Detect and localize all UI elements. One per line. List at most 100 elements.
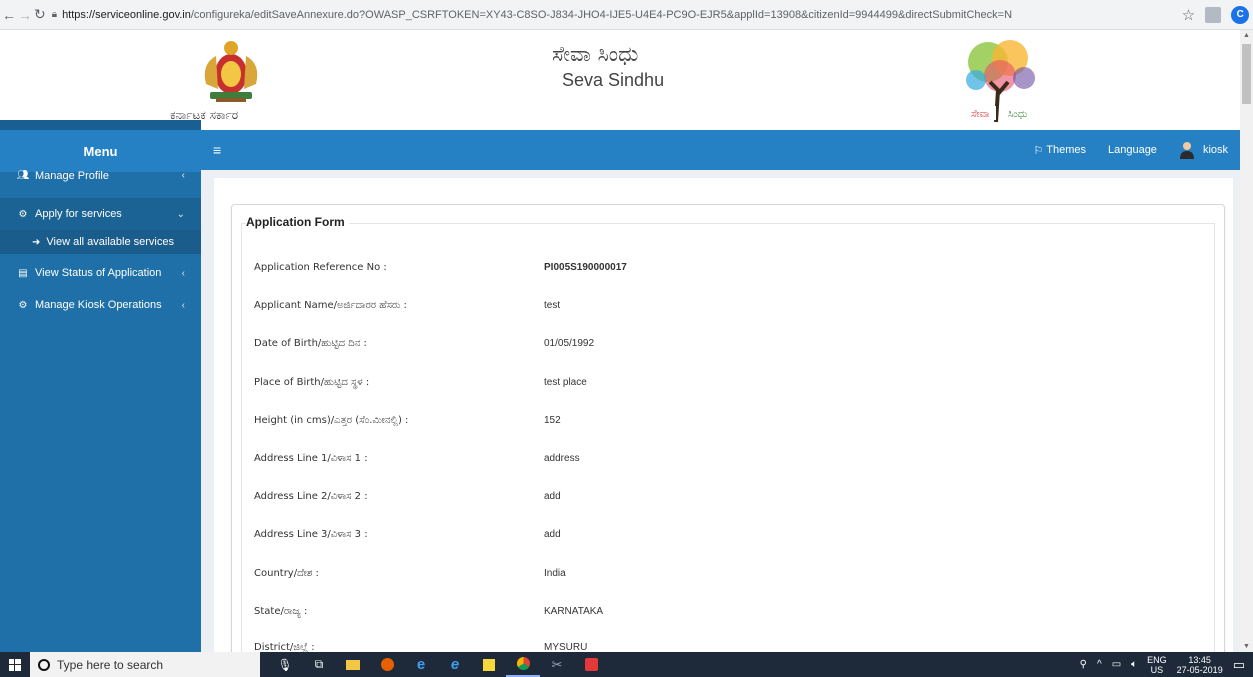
profile-avatar[interactable]: C bbox=[1231, 5, 1250, 24]
language-code: ENG bbox=[1147, 654, 1167, 665]
field-value: add bbox=[544, 491, 561, 502]
sidebar: Menu 👥︎ Manage Profile ‹ ⚙ Apply for ser… bbox=[0, 120, 201, 652]
form-fieldset bbox=[241, 223, 1215, 673]
sidebar-item-label: Manage Profile bbox=[35, 170, 109, 182]
anydesk-icon[interactable] bbox=[574, 652, 608, 677]
volume-icon[interactable]: 🔈︎ bbox=[1131, 659, 1137, 670]
hamburger-menu-icon[interactable]: ≡ bbox=[213, 142, 221, 158]
field-label: Address Line 3/ವಿಳಾಸ 3 : bbox=[254, 529, 368, 540]
main-content: Application Form Application Reference N… bbox=[201, 170, 1240, 673]
sidebar-subitem-view-all-services[interactable]: ➜ View all available services bbox=[0, 230, 201, 254]
people-icon[interactable]: ⚲ bbox=[1080, 659, 1087, 670]
task-view-icon[interactable]: ⧉ bbox=[302, 652, 336, 677]
users-icon: 👥︎ bbox=[16, 170, 30, 181]
field-label: Country/ದೇಶ : bbox=[254, 568, 319, 579]
url-path: /configureka/editSaveAnnexure.do?OWASP_C… bbox=[190, 8, 1013, 21]
field-value: 152 bbox=[544, 415, 561, 426]
scroll-up-icon[interactable]: ▲ bbox=[1243, 32, 1250, 39]
file-explorer-icon[interactable] bbox=[336, 652, 370, 677]
gears-icon: ⚙ bbox=[18, 299, 28, 311]
field-label: Address Line 2/ವಿಳಾಸ 2 : bbox=[254, 491, 368, 502]
themes-label: Themes bbox=[1046, 144, 1086, 156]
firefox-icon[interactable] bbox=[370, 652, 404, 677]
chrome-icon[interactable] bbox=[506, 652, 540, 677]
field-value: address bbox=[544, 453, 580, 464]
windows-start-icon[interactable] bbox=[0, 658, 30, 671]
arrow-circle-right-icon: ➜ bbox=[32, 236, 41, 248]
user-avatar-icon bbox=[1179, 142, 1194, 159]
field-label: Applicant Name/ಅರ್ಜಿದಾರರ ಹೆಸರು : bbox=[254, 300, 407, 311]
edge-icon[interactable]: e bbox=[438, 652, 472, 677]
windows-taskbar: Type here to search 🎙︎ ⧉ e e ✂ ⚲ ^ ▭ 🔈︎ … bbox=[0, 652, 1253, 677]
sidebar-item-view-status[interactable]: ▤ View Status of Application ‹ bbox=[0, 260, 201, 286]
scroll-down-icon[interactable]: ▼ bbox=[1243, 643, 1250, 650]
forward-icon[interactable]: → bbox=[18, 4, 32, 26]
sidebar-item-manage-kiosk[interactable]: ⚙ Manage Kiosk Operations ‹ bbox=[0, 292, 201, 318]
field-value: PI005S190000017 bbox=[544, 262, 627, 273]
brand-title-english: Seva Sindhu bbox=[562, 70, 665, 90]
user-name: kiosk bbox=[1202, 144, 1228, 156]
taskbar-search-input[interactable]: Type here to search bbox=[30, 652, 260, 677]
internet-explorer-icon[interactable]: e bbox=[404, 652, 438, 677]
field-label: Address Line 1/ವಿಳಾಸ 1 : bbox=[254, 453, 368, 464]
sticky-notes-icon[interactable] bbox=[472, 652, 506, 677]
chevron-left-icon: ‹ bbox=[181, 170, 185, 181]
list-icon: ▤ bbox=[18, 267, 28, 279]
sidebar-item-manage-profile[interactable]: 👥︎ Manage Profile ‹ bbox=[0, 170, 201, 184]
address-bar[interactable]: 🔒︎ https://serviceonline.gov.in /configu… bbox=[52, 4, 1142, 26]
clock-time: 13:45 bbox=[1188, 654, 1211, 665]
field-value: test place bbox=[544, 377, 587, 388]
reload-icon[interactable]: ↻ bbox=[34, 4, 46, 26]
cortana-icon bbox=[38, 658, 50, 671]
page-scrollbar[interactable]: ▲ ▼ bbox=[1240, 30, 1253, 652]
seva-sindhu-tree-logo: ಸೇವಾ ಸಿಂಧು bbox=[966, 40, 1035, 123]
url-host: https://serviceonline.gov.in bbox=[62, 8, 191, 21]
language-link[interactable]: Language bbox=[1108, 144, 1157, 156]
menu-heading: Menu bbox=[0, 130, 201, 172]
clock-date: 27-05-2019 bbox=[1176, 664, 1223, 675]
sidebar-item-label: Manage Kiosk Operations bbox=[35, 299, 162, 311]
field-label: Date of Birth/ಹುಟ್ಟಿದ ದಿನ : bbox=[254, 338, 367, 349]
gears-icon: ⚙ bbox=[18, 208, 28, 220]
search-placeholder: Type here to search bbox=[57, 657, 164, 672]
chevron-down-icon: ⌄ bbox=[176, 208, 185, 220]
chevron-left-icon: ‹ bbox=[181, 267, 185, 279]
browser-toolbar: ← → ↻ 🔒︎ https://serviceonline.gov.in /c… bbox=[0, 0, 1253, 30]
field-label: Height (in cms)/ಎತ್ತರ (ಸೆಂ.ಮೀನಲ್ಲಿ) : bbox=[254, 415, 409, 426]
sidebar-item-label: View all available services bbox=[46, 236, 174, 248]
flag-icon: ⚐ bbox=[1033, 144, 1044, 157]
application-form: Application Form Application Reference N… bbox=[231, 204, 1225, 673]
field-label: Application Reference No : bbox=[254, 262, 387, 273]
input-language[interactable]: ENG US bbox=[1147, 655, 1167, 675]
snipping-tool-icon[interactable]: ✂ bbox=[540, 652, 574, 677]
lock-icon: 🔒︎ bbox=[51, 9, 58, 20]
tray-overflow-icon[interactable]: ^ bbox=[1097, 659, 1102, 670]
field-value: add bbox=[544, 529, 561, 540]
content-panel: Application Form Application Reference N… bbox=[214, 178, 1233, 673]
extension-icon[interactable] bbox=[1205, 6, 1222, 23]
user-menu[interactable]: kiosk bbox=[1179, 141, 1228, 159]
top-navbar: ≡ ⚐ Themes Language kiosk bbox=[201, 130, 1240, 170]
keyboard-layout: US bbox=[1150, 664, 1164, 675]
tree-logo-text-right: ಸಿಂಧು bbox=[1008, 109, 1027, 120]
scrollbar-thumb[interactable] bbox=[1242, 44, 1251, 104]
form-title: Application Form bbox=[246, 215, 349, 229]
system-clock[interactable]: 13:45 27-05-2019 bbox=[1177, 655, 1223, 675]
back-icon[interactable]: ← bbox=[2, 4, 16, 26]
network-icon[interactable]: ▭ bbox=[1112, 659, 1121, 670]
sidebar-top-edge bbox=[0, 120, 201, 130]
bookmark-star-icon[interactable]: ☆ bbox=[1182, 6, 1195, 24]
themes-link[interactable]: ⚐ Themes bbox=[1033, 144, 1086, 157]
field-label: State/ರಾಜ್ಯ : bbox=[254, 606, 308, 617]
notification-icon[interactable]: ▭ bbox=[1233, 657, 1245, 673]
field-label: Place of Birth/ಹುಟ್ಟಿದ ಸ್ಥಳ : bbox=[254, 377, 370, 388]
sidebar-item-label: Apply for services bbox=[35, 208, 122, 220]
field-value: India bbox=[544, 568, 566, 579]
language-label: Language bbox=[1107, 144, 1157, 156]
sidebar-item-apply-for-services[interactable]: ⚙ Apply for services ⌄ bbox=[0, 198, 201, 230]
microphone-icon[interactable]: 🎙︎ bbox=[268, 652, 302, 677]
tree-logo-text-left: ಸೇವಾ bbox=[971, 109, 990, 120]
karnataka-emblem-icon bbox=[204, 41, 258, 102]
sidebar-item-label: View Status of Application bbox=[35, 267, 162, 279]
field-value: 01/05/1992 bbox=[544, 338, 595, 349]
